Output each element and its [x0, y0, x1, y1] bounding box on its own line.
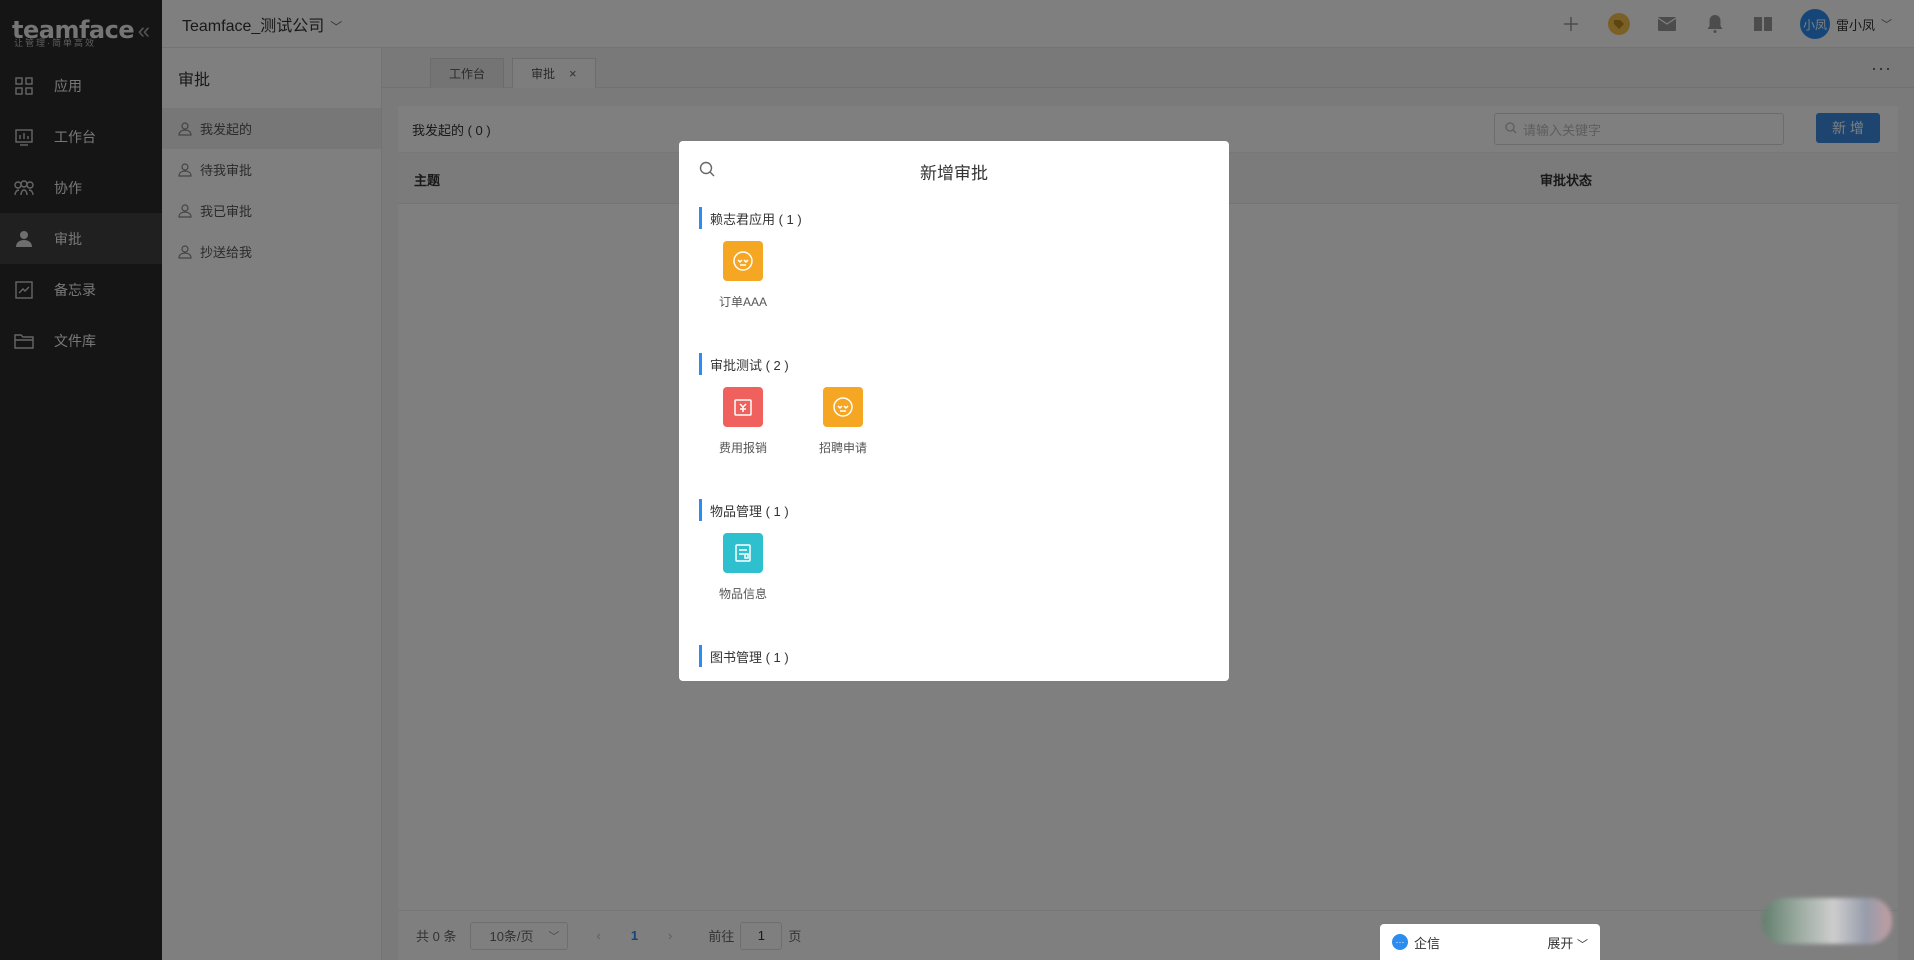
app-expense-reimbursement[interactable]: 费用报销 [707, 387, 779, 507]
app-order-aaa[interactable]: 订单AAA [707, 241, 779, 361]
chat-icon: ··· [1392, 934, 1408, 950]
app-group: 物品管理 ( 1 ) 物品信息 [679, 493, 1229, 653]
app-item-info[interactable]: 物品信息 [707, 533, 779, 653]
group-title: 图书管理 ( 1 ) [699, 645, 1229, 667]
app-group: 审批测试 ( 2 ) 费用报销 招聘申请 [679, 347, 1229, 507]
group-title: 物品管理 ( 1 ) [699, 499, 1229, 521]
robot-icon [723, 241, 763, 281]
app-label: 订单AAA [718, 295, 767, 309]
group-title: 赖志君应用 ( 1 ) [699, 207, 1229, 229]
chat-label: 企信 [1414, 935, 1441, 951]
app-recruitment[interactable]: 招聘申请 [807, 387, 879, 507]
chat-widget[interactable]: ··· 企信 展开 ﹀ [1380, 924, 1600, 960]
app-label: 费用报销 [718, 441, 767, 455]
app-group: 赖志君应用 ( 1 ) 订单AAA [679, 201, 1229, 361]
dialog-title-text: 新增审批 [920, 163, 988, 183]
group-title: 审批测试 ( 2 ) [699, 353, 1229, 375]
app-group: 图书管理 ( 1 ) [679, 639, 1229, 667]
dialog-title: 新增审批 [679, 141, 1229, 201]
chat-expand-label: 展开 [1547, 935, 1574, 951]
expense-icon [723, 387, 763, 427]
app-label: 物品信息 [718, 587, 767, 601]
search-icon[interactable] [699, 161, 715, 182]
blurred-widget [1762, 898, 1892, 944]
new-approval-dialog: 新增审批 赖志君应用 ( 1 ) 订单AAA 审批测试 ( 2 ) 费用报销 招… [679, 141, 1229, 681]
app-label: 招聘申请 [818, 441, 867, 455]
document-icon [723, 533, 763, 573]
chat-expand[interactable]: 展开 ﹀ [1547, 933, 1588, 952]
robot-icon [823, 387, 863, 427]
chevron-down-icon: ﹀ [1577, 938, 1588, 951]
